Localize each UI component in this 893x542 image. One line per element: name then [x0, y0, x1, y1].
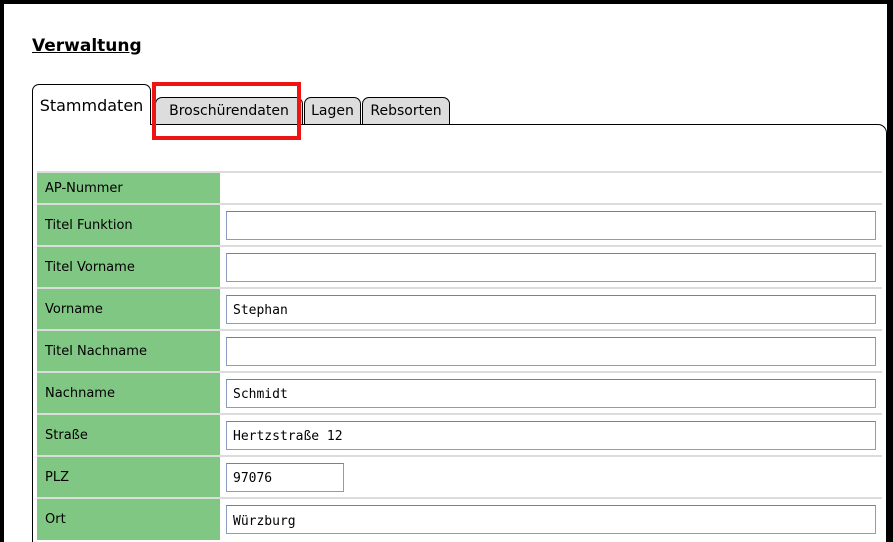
strasse-label: Straße	[37, 413, 220, 456]
nachname-label: Nachname	[37, 371, 220, 414]
form-row-nachname: Nachname	[37, 371, 882, 414]
form-row-plz: PLZ	[37, 455, 882, 498]
ap-nummer-value	[220, 171, 882, 204]
page-title: Verwaltung	[32, 36, 142, 56]
form-row-ort: Ort	[37, 497, 882, 540]
plz-field[interactable]	[226, 462, 344, 492]
tab-panel-stammdaten: AP-Nummer Titel Funktion Titel Vorname V…	[32, 124, 887, 542]
form-row-titel-funktion: Titel Funktion	[37, 203, 882, 246]
titel-vorname-field[interactable]	[226, 252, 876, 282]
titel-funktion-label: Titel Funktion	[37, 203, 220, 246]
form-row-titel-vorname: Titel Vorname	[37, 245, 882, 288]
strasse-field[interactable]	[226, 420, 876, 450]
form-row-ap-nummer: AP-Nummer	[37, 171, 882, 204]
tab-lagen[interactable]: Lagen	[304, 97, 361, 124]
ap-nummer-label: AP-Nummer	[37, 171, 220, 204]
form-row-strasse: Straße	[37, 413, 882, 456]
tab-rebsorten[interactable]: Rebsorten	[362, 97, 450, 124]
form-row-titel-nachname: Titel Nachname	[37, 329, 882, 372]
titel-vorname-label: Titel Vorname	[37, 245, 220, 288]
vorname-label: Vorname	[37, 287, 220, 330]
titel-nachname-label: Titel Nachname	[37, 329, 220, 372]
nachname-field[interactable]	[226, 378, 876, 408]
master-data-form: AP-Nummer Titel Funktion Titel Vorname V…	[37, 171, 882, 540]
plz-label: PLZ	[37, 455, 220, 498]
tab-stammdaten[interactable]: Stammdaten	[32, 84, 151, 125]
vorname-field[interactable]	[226, 294, 876, 324]
ort-label: Ort	[37, 497, 220, 540]
titel-funktion-field[interactable]	[226, 210, 876, 240]
page: Verwaltung Stammdaten Broschürendaten La…	[4, 4, 887, 542]
tab-broschuerendaten[interactable]: Broschürendaten	[155, 97, 303, 124]
titel-nachname-field[interactable]	[226, 336, 876, 366]
form-row-vorname: Vorname	[37, 287, 882, 330]
ort-field[interactable]	[226, 505, 876, 534]
